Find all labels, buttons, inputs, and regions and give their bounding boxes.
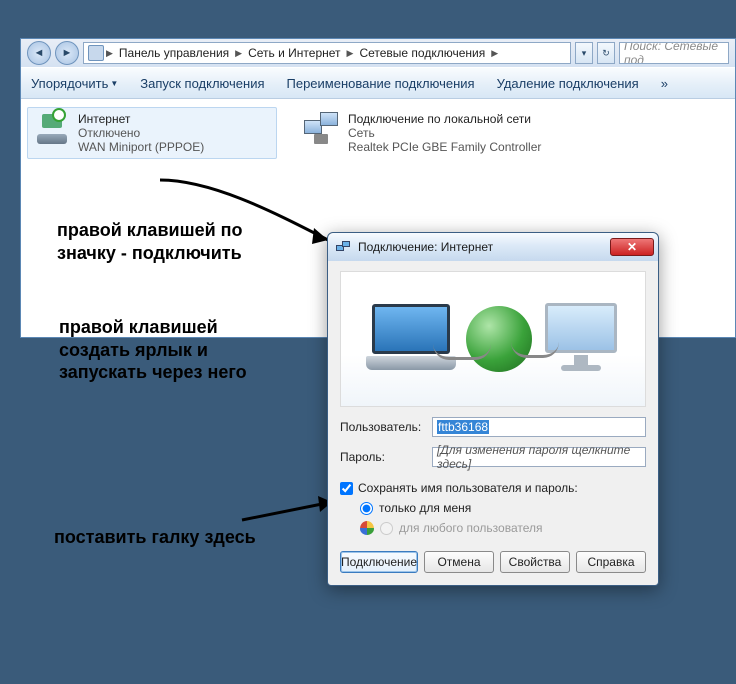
arrow-icon [150, 170, 340, 260]
connection-illustration [340, 271, 646, 407]
command-toolbar: Упорядочить ▼ Запуск подключения Переиме… [21, 67, 735, 99]
any-user-label: для любого пользователя [399, 521, 543, 535]
breadcrumb-sep: ▶ [347, 48, 354, 59]
connection-device: Realtek PCIe GBE Family Controller [348, 140, 541, 154]
search-placeholder: Поиск: Сетевые под [624, 42, 724, 64]
password-label: Пароль: [340, 450, 426, 464]
breadcrumb-sep: ▶ [106, 48, 113, 59]
connection-item-lan[interactable]: Подключение по локальной сети Сеть Realt… [297, 107, 547, 159]
toolbar-delete-connection[interactable]: Удаление подключения [497, 76, 639, 91]
only-me-radio[interactable] [360, 502, 373, 515]
shield-icon [360, 521, 374, 535]
username-label: Пользователь: [340, 420, 426, 434]
any-user-radio [380, 522, 393, 535]
breadcrumb-item[interactable]: Панель управления [115, 46, 233, 60]
connection-icon [336, 239, 352, 255]
cancel-button[interactable]: Отмена [424, 551, 494, 573]
location-icon [88, 45, 104, 61]
save-credentials-label: Сохранять имя пользователя и пароль: [358, 481, 578, 495]
properties-button[interactable]: Свойства [500, 551, 570, 573]
connection-item-internet[interactable]: Интернет Отключено WAN Miniport (PPPOE) [27, 107, 277, 159]
breadcrumb-sep: ▶ [491, 48, 498, 59]
toolbar-overflow[interactable]: » [661, 76, 668, 91]
breadcrumb-sep: ▶ [235, 48, 242, 59]
laptop-icon [366, 304, 456, 374]
dialog-titlebar[interactable]: Подключение: Интернет ✕ [328, 233, 658, 261]
connection-status: Сеть [348, 126, 541, 140]
monitor-icon [542, 303, 620, 375]
dialup-icon [32, 112, 72, 154]
connect-dialog: Подключение: Интернет ✕ Пользователь: ft… [327, 232, 659, 586]
search-input[interactable]: Поиск: Сетевые под [619, 42, 729, 64]
refresh-button[interactable]: ↻ [597, 42, 615, 64]
connection-name: Подключение по локальной сети [348, 112, 541, 126]
nav-back-button[interactable]: ◄ [27, 41, 51, 65]
connection-name: Интернет [78, 112, 204, 126]
globe-icon [466, 306, 532, 372]
dialog-title-text: Подключение: Интернет [358, 240, 493, 254]
connection-device: WAN Miniport (PPPOE) [78, 140, 204, 154]
username-input[interactable]: fttb36168 [432, 417, 646, 437]
lan-icon [302, 112, 342, 154]
breadcrumb-item[interactable]: Сеть и Интернет [244, 46, 344, 60]
annotation-put-check-here: поставить галку здесь [54, 526, 256, 549]
password-input[interactable]: [Для изменения пароля щелкните здесь] [432, 447, 646, 467]
toolbar-start-connection[interactable]: Запуск подключения [140, 76, 264, 91]
annotation-create-shortcut: правой клавишей создать ярлык и запускат… [59, 316, 247, 384]
save-credentials-checkbox[interactable] [340, 482, 353, 495]
connections-pane: Интернет Отключено WAN Miniport (PPPOE) … [21, 99, 735, 167]
chevron-down-icon: ▼ [110, 79, 118, 88]
toolbar-rename-connection[interactable]: Переименование подключения [287, 76, 475, 91]
address-dropdown-button[interactable]: ▾ [575, 42, 593, 64]
breadcrumb-item[interactable]: Сетевые подключения [355, 46, 489, 60]
connection-status: Отключено [78, 126, 204, 140]
address-bar[interactable]: ▶ Панель управления ▶ Сеть и Интернет ▶ … [83, 42, 571, 64]
nav-forward-button[interactable]: ► [55, 41, 79, 65]
connect-button[interactable]: Подключение [340, 551, 418, 573]
close-button[interactable]: ✕ [610, 238, 654, 256]
help-button[interactable]: Справка [576, 551, 646, 573]
toolbar-organize[interactable]: Упорядочить ▼ [31, 76, 118, 91]
only-me-label: только для меня [379, 501, 471, 515]
address-bar-row: ◄ ► ▶ Панель управления ▶ Сеть и Интерне… [21, 39, 735, 67]
